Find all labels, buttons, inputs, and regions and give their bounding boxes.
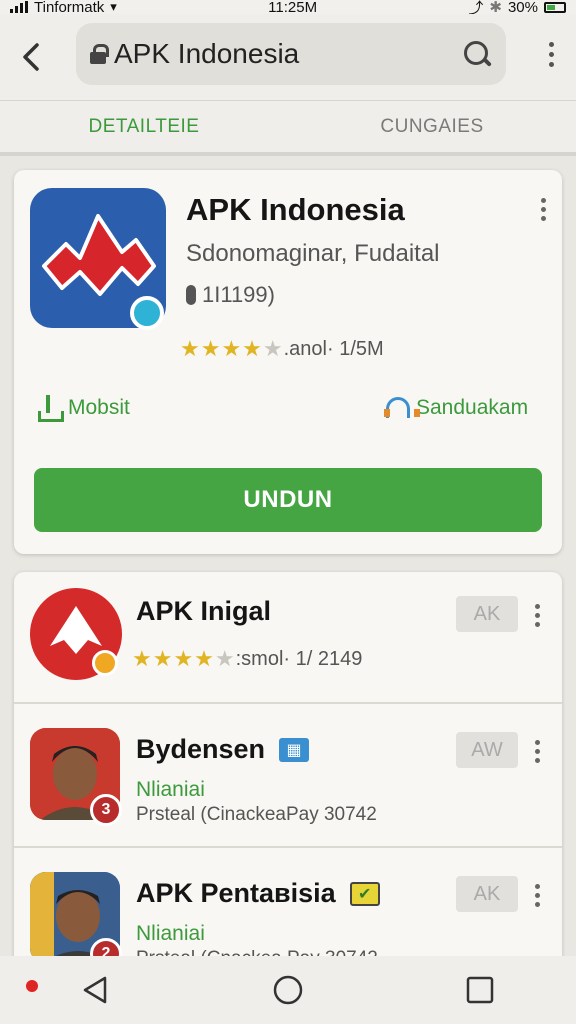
verified-badge-icon: ▦: [279, 737, 310, 762]
list-item-category: Nlianiai: [136, 922, 205, 945]
time-label: 11:25M: [268, 0, 318, 14]
storage-icon: [186, 285, 196, 305]
list-item-title: Bydensen ▦: [136, 734, 310, 765]
rating-text: :smol· 1/ 2149: [235, 647, 363, 670]
related-apps-list: APK Inigal ★★★★★ :smol· 1/ 2149 AK 3 Byd…: [14, 572, 562, 972]
list-item[interactable]: 3 Bydensen ▦ Nlianiai Prsteal (CinackeaP…: [14, 704, 562, 834]
app-developer: Sdonomaginar, Fudaital: [186, 240, 440, 267]
tab-changes[interactable]: CUNGAIES: [288, 101, 576, 152]
square-recents-icon: [466, 976, 494, 1004]
app-size: 1I1199): [186, 282, 275, 308]
install-button[interactable]: UNDUN: [34, 468, 542, 532]
app-size-value: 1I1199): [202, 282, 275, 307]
list-item-action-button[interactable]: AW: [456, 732, 518, 768]
status-right: ⤴ ✱ 30%: [468, 0, 566, 14]
list-item-meta: Prsteal (CinackeaPay 30742: [136, 804, 377, 825]
search-icon[interactable]: [462, 39, 492, 69]
more-options-icon[interactable]: [535, 740, 540, 763]
battery-icon: [544, 1, 566, 13]
mobsit-label: Mobsit: [68, 396, 130, 419]
download-icon: [36, 395, 64, 422]
rating-text: .anol· 1/5M: [283, 337, 384, 360]
tab-bar: DETAILTEIE CUNGAIES: [0, 100, 576, 156]
search-query: APK Indonesia: [114, 38, 300, 69]
status-dot-badge: [92, 650, 118, 676]
list-item-rating: ★★★★★ :smol· 1/ 2149: [132, 646, 362, 672]
list-item-action-button[interactable]: AK: [456, 596, 518, 632]
bluetooth-icon: ✱: [489, 0, 502, 14]
back-button[interactable]: [2, 27, 62, 87]
more-options-icon[interactable]: [535, 604, 540, 627]
star-rating-icon: ★★★★★: [180, 336, 284, 361]
wifi-icon: ▾: [110, 0, 117, 14]
carrier-label: Tinformatk: [34, 0, 105, 14]
checkmark-badge-icon: ✔: [349, 881, 380, 906]
system-nav-bar: [0, 956, 576, 1024]
list-item-title: APK Pentaвisia ✔: [136, 878, 380, 909]
app-detail-card: APK Indonesia Sdonomaginar, Fudaital 1I1…: [14, 170, 562, 554]
signal-arrow-icon: ⤴: [468, 0, 484, 14]
chevron-left-icon: [23, 43, 39, 71]
nav-recents-button[interactable]: [460, 970, 500, 1010]
more-options-icon[interactable]: [541, 198, 546, 221]
list-item-title-text: APK Pentaвisia: [136, 878, 336, 908]
tab-details[interactable]: DETAILTEIE: [0, 101, 288, 152]
list-item-title-text: Bydensen: [136, 734, 266, 764]
app-title: APK Indonesia: [186, 192, 405, 227]
battery-percent: 30%: [507, 0, 538, 14]
sanduakam-label: Sanduakam: [416, 396, 529, 419]
notification-dot-icon: [26, 980, 38, 992]
status-bar: Tinformatk ▾ 11:25M ⤴ ✱ 30%: [0, 0, 576, 14]
top-app-bar: APK Indonesia: [0, 14, 576, 100]
status-left: Tinformatk ▾: [10, 0, 117, 14]
list-item-action-button[interactable]: AK: [456, 876, 518, 912]
list-item[interactable]: APK Inigal ★★★★★ :smol· 1/ 2149 AK: [14, 572, 562, 702]
list-item[interactable]: 2 APK Pentaвisia ✔ Nlianiai Prsteal (Cna…: [14, 848, 562, 972]
count-badge: 3: [90, 794, 122, 826]
lock-icon: [90, 44, 109, 64]
nav-back-button[interactable]: [76, 970, 116, 1010]
star-rating-icon: ★★★★★: [132, 646, 236, 671]
circle-home-icon: [273, 975, 303, 1005]
mobsit-link[interactable]: Mobsit: [36, 395, 130, 422]
more-options-icon[interactable]: [535, 884, 540, 907]
headset-icon: [384, 395, 420, 421]
signal-icon: [10, 1, 28, 13]
triangle-back-icon: [83, 976, 107, 1004]
search-input[interactable]: APK Indonesia: [76, 23, 506, 85]
list-item-category: Nlianiai: [136, 778, 205, 801]
nav-home-button[interactable]: [268, 970, 308, 1010]
more-options-icon[interactable]: [549, 42, 554, 67]
app-rating: ★★★★★ .anol· 1/5M: [180, 336, 384, 362]
sanduakam-link[interactable]: Sanduakam: [384, 395, 528, 421]
list-item-title: APK Inigal: [136, 596, 272, 626]
status-dot-badge: [130, 296, 164, 330]
